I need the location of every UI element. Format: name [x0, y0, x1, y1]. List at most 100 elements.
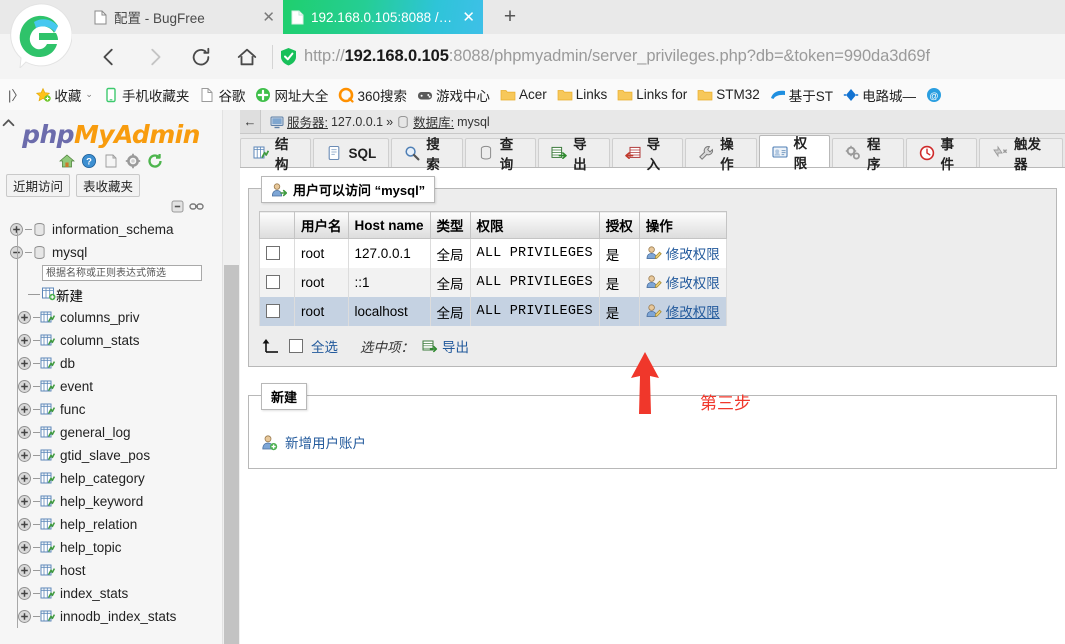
table-row[interactable]: root localhost 全局 ALL PRIVILEGES 是 修改权限 — [259, 297, 727, 326]
sidebar-item-innodb_index_stats[interactable]: innodb_index_stats — [6, 605, 222, 628]
cell-action[interactable]: 修改权限 — [638, 238, 727, 268]
sidebar-item-help_relation[interactable]: help_relation — [6, 513, 222, 536]
link-icon[interactable] — [189, 199, 204, 214]
tab-触发器[interactable]: 触发器 — [978, 137, 1063, 172]
sidebar-item-help_topic[interactable]: help_topic — [6, 536, 222, 559]
add-user-link[interactable]: 新增用户账户 — [249, 418, 1056, 468]
row-select-cell[interactable] — [259, 297, 295, 326]
select-all-arrow-icon[interactable] — [261, 338, 281, 354]
check-all-checkbox[interactable] — [289, 339, 303, 353]
edit-privileges-link[interactable]: 修改权限 — [646, 243, 720, 263]
expand-plus-icon[interactable] — [18, 541, 31, 554]
bookmark-网址大全[interactable]: 网址大全 — [250, 79, 333, 110]
expand-plus-icon[interactable] — [18, 518, 31, 531]
reload-icon[interactable] — [147, 153, 163, 169]
home-icon[interactable] — [59, 153, 75, 169]
sidebar-item-help_keyword[interactable]: help_keyword — [6, 490, 222, 513]
tab-查询[interactable]: 查询 — [464, 137, 537, 172]
expand-plus-icon[interactable] — [18, 357, 31, 370]
bookmark-收藏[interactable]: 收藏 ⌄ — [30, 79, 98, 110]
table-filter-input[interactable]: 根据名称或正则表达式筛选 — [42, 265, 202, 281]
bookmark-Links[interactable]: Links — [552, 79, 613, 110]
sidebar-item-gtid_slave_pos[interactable]: gtid_slave_pos — [6, 444, 222, 467]
row-checkbox[interactable] — [266, 245, 280, 260]
edit-privileges-link[interactable]: 修改权限 — [646, 301, 720, 321]
browser-tab-inactive[interactable]: 配置 - BugFree ✕ — [86, 0, 283, 34]
bookmark-谷歌[interactable]: 谷歌 — [194, 79, 250, 110]
row-select-cell[interactable] — [259, 238, 295, 268]
bookmark-Links-for[interactable]: Links for — [612, 79, 692, 110]
new-tab-button[interactable]: + — [488, 0, 532, 34]
expand-plus-icon[interactable] — [18, 610, 31, 623]
sidebar-item-columns_priv[interactable]: columns_priv — [6, 306, 222, 329]
row-checkbox[interactable] — [266, 303, 280, 318]
tab-导出[interactable]: 导出 — [538, 137, 610, 172]
sidebar-scrollbar-thumb[interactable] — [224, 265, 239, 644]
sidebar-item-index_stats[interactable]: index_stats — [6, 582, 222, 605]
sidebar-item-new-table[interactable]: 新建 — [6, 283, 222, 306]
back-icon[interactable] — [86, 34, 132, 79]
docs-icon[interactable] — [103, 153, 119, 169]
reload-icon[interactable] — [178, 34, 224, 79]
sidebar-item-column_stats[interactable]: column_stats — [6, 329, 222, 352]
tab-搜索[interactable]: 搜索 — [391, 137, 463, 172]
sidebar-item-mysql[interactable]: mysql — [6, 241, 222, 264]
sidebar-item-help_category[interactable]: help_category — [6, 467, 222, 490]
expand-plus-icon[interactable] — [18, 426, 31, 439]
bookmark-游戏中心[interactable]: 游戏中心 — [412, 79, 495, 110]
bookmark-Acer[interactable]: Acer — [495, 79, 552, 110]
sidebar-item-event[interactable]: event — [6, 375, 222, 398]
tab-导入[interactable]: 导入 — [611, 137, 684, 172]
row-select-cell[interactable] — [259, 268, 295, 297]
chevron-down-icon[interactable]: ⌄ — [85, 89, 93, 100]
cell-action[interactable]: 修改权限 — [638, 268, 727, 297]
export-link[interactable]: 导出 — [422, 336, 469, 356]
expand-plus-icon[interactable] — [18, 311, 31, 324]
row-checkbox[interactable] — [266, 274, 280, 289]
expand-plus-icon[interactable] — [18, 334, 31, 347]
expand-plus-icon[interactable] — [18, 587, 31, 600]
expand-plus-icon[interactable] — [18, 564, 31, 577]
cell-action[interactable]: 修改权限 — [638, 297, 727, 326]
sidebar-scrollbar[interactable] — [222, 110, 240, 644]
bookmark-手机收藏夹[interactable]: 手机收藏夹 — [98, 79, 195, 110]
sidebar-item-general_log[interactable]: general_log — [6, 421, 222, 444]
breadcrumb-db-label[interactable]: 数据库: — [413, 112, 454, 131]
tab-事件[interactable]: 事件 — [905, 137, 977, 172]
sidebar-item-db[interactable]: db — [6, 352, 222, 375]
bookmark-基于ST[interactable]: 基于ST — [765, 79, 838, 110]
close-icon[interactable]: ✕ — [452, 10, 475, 25]
bookmark-STM32[interactable]: STM32 — [692, 79, 765, 110]
home-icon[interactable] — [224, 34, 270, 79]
tab-SQL[interactable]: SQL — [313, 138, 390, 167]
tab-操作[interactable]: 操作 — [685, 137, 757, 172]
sidebar-item-host[interactable]: host — [6, 559, 222, 582]
expand-plus-icon[interactable] — [18, 380, 31, 393]
help-icon[interactable]: ? — [81, 153, 97, 169]
tab-权限[interactable]: 权限 — [758, 135, 831, 171]
bookmark-电路城[interactable]: 电路城— — [838, 79, 921, 110]
expand-plus-icon[interactable] — [18, 472, 31, 485]
sidebar-tab-recent[interactable]: 近期访问 — [6, 174, 71, 197]
address-bar[interactable]: http://192.168.0.105:8088/phpmyadmin/ser… — [304, 47, 930, 66]
table-row[interactable]: root::1 全局 ALL PRIVILEGES 是 修改权限 — [259, 268, 727, 297]
expand-plus-icon[interactable] — [18, 449, 31, 462]
edit-privileges-link[interactable]: 修改权限 — [646, 272, 720, 292]
breadcrumb-server-label[interactable]: 服务器: — [287, 112, 328, 131]
pma-logo[interactable]: phpMyAdmin — [0, 110, 222, 149]
browser-tab-active[interactable]: 192.168.0.105:8088 / 127.0.0.1 ✕ — [283, 0, 483, 34]
tab-结构[interactable]: 结构 — [240, 137, 312, 172]
sidebar-item-information_schema[interactable]: information_schema — [6, 218, 222, 241]
sidebar-item-func[interactable]: func — [6, 398, 222, 421]
breadcrumb-back-button[interactable]: ← — [240, 110, 261, 133]
tab-程序[interactable]: 程序 — [832, 137, 904, 172]
sidebar-scroll-up-button[interactable] — [0, 112, 17, 160]
collapse-icon[interactable] — [170, 199, 185, 214]
bookmark-extra[interactable]: @ — [921, 79, 950, 110]
check-all-label[interactable]: 全选 — [311, 336, 338, 356]
close-icon[interactable]: ✕ — [252, 10, 275, 25]
bookmark-360搜索[interactable]: 360搜索 — [333, 79, 412, 110]
settings-icon[interactable] — [125, 153, 141, 169]
security-shield-icon[interactable] — [279, 47, 298, 66]
table-row[interactable]: root 127.0.0.1 全局 ALL PRIVILEGES 是 修改权限 — [259, 238, 727, 268]
